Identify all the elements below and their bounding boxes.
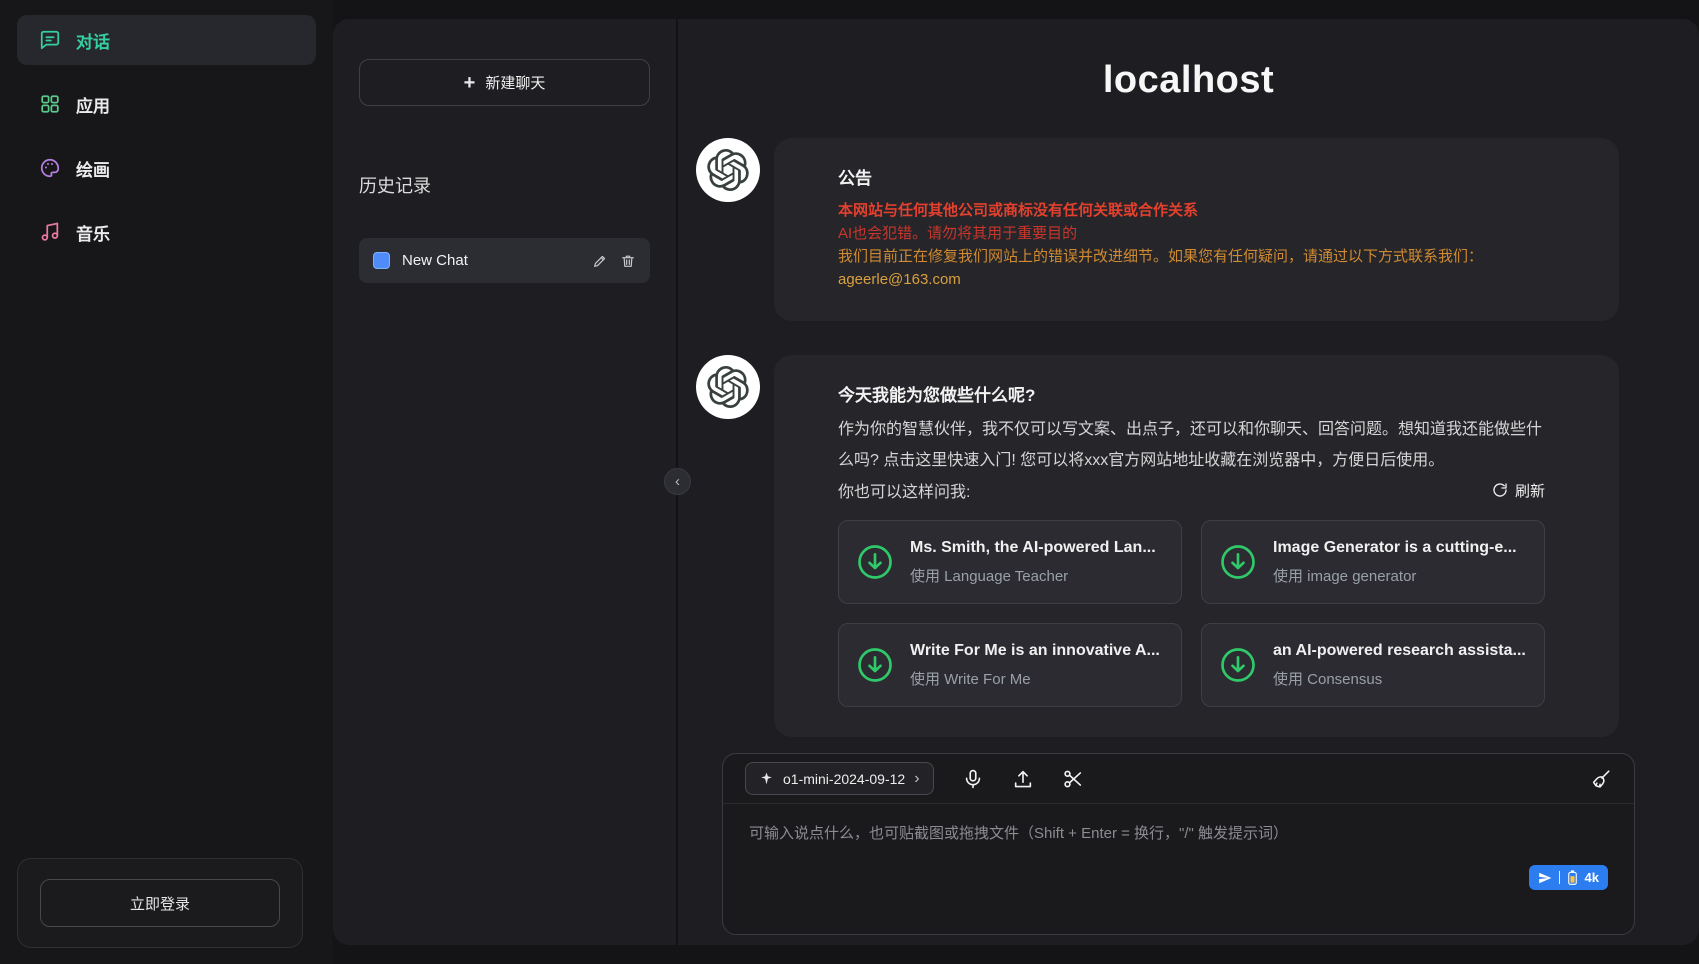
download-circle-icon (1218, 542, 1258, 582)
new-chat-button[interactable]: + 新建聊天 (359, 59, 650, 106)
mic-button[interactable] (962, 768, 984, 790)
announcement-line3: 我们目前正在修复我们网站上的错误并改进细节。如果您有任何疑问，请通过以下方式联系… (838, 245, 1545, 268)
openai-logo-icon (707, 366, 749, 408)
upload-icon (1012, 768, 1034, 790)
suggestion-subtitle: 使用 image generator (1273, 565, 1517, 586)
welcome-body: 作为你的智慧伙伴，我不仅可以写文案、出点子，还可以和你聊天、回答问题。想知道我还… (838, 414, 1545, 476)
main-chat-area: localhost 公告 本网站与任何其他公司或商标没有任何关联或合作关系 AI… (678, 19, 1699, 945)
sidebar: 对话 应用 绘画 音乐 立即登录 (0, 0, 333, 964)
scissors-icon (1062, 768, 1084, 790)
announcement-message: 公告 本网站与任何其他公司或商标没有任何关联或合作关系 AI也会犯错。请勿将其用… (678, 138, 1699, 321)
ask-hint: 你也可以这样问我: (838, 478, 970, 502)
badge-divider (1559, 871, 1560, 884)
sidebar-item-label: 音乐 (76, 220, 110, 245)
login-button[interactable]: 立即登录 (40, 879, 280, 927)
history-list-item[interactable]: New Chat (359, 238, 650, 283)
broom-icon (1590, 768, 1612, 790)
sidebar-item-label: 对话 (76, 28, 110, 53)
announcement-line2: AI也会犯错。请勿将其用于重要目的 (838, 222, 1545, 245)
download-circle-icon (855, 542, 895, 582)
suggestion-title: an AI-powered research assista... (1273, 642, 1526, 660)
chevron-left-icon: ‹ (675, 473, 680, 490)
send-token-badge[interactable]: 4k (1529, 865, 1608, 890)
suggestion-title: Image Generator is a cutting-e... (1273, 539, 1517, 557)
composer: o1-mini-2024-09-12 › (722, 753, 1635, 935)
sidebar-item-apps[interactable]: 应用 (17, 79, 316, 129)
assistant-avatar (696, 355, 760, 419)
chevron-right-icon: › (914, 771, 919, 787)
suggestion-card[interactable]: Write For Me is an innovative A... 使用 Wr… (838, 623, 1182, 707)
suggestion-title: Write For Me is an innovative A... (910, 642, 1160, 660)
battery-icon (1567, 870, 1578, 885)
chat-bubble-icon (39, 29, 61, 51)
plus-icon: + (464, 73, 476, 93)
suggestion-subtitle: 使用 Language Teacher (910, 565, 1156, 586)
suggestion-grid: Ms. Smith, the AI-powered Lan... 使用 Lang… (838, 520, 1545, 707)
download-circle-icon (1218, 645, 1258, 685)
music-note-icon (39, 221, 61, 243)
chat-window: + 新建聊天 历史记录 New Chat localhost 公告 (333, 19, 1699, 945)
sidebar-item-music[interactable]: 音乐 (17, 207, 316, 257)
mic-icon (962, 768, 984, 790)
suggestion-card[interactable]: Ms. Smith, the AI-powered Lan... 使用 Lang… (838, 520, 1182, 604)
refresh-button[interactable]: 刷新 (1492, 480, 1545, 501)
edit-icon[interactable] (592, 253, 608, 269)
collapse-sidebar-button[interactable]: ‹ (664, 468, 691, 495)
composer-toolbar: o1-mini-2024-09-12 › (723, 754, 1634, 804)
welcome-bubble: 今天我能为您做些什么呢? 作为你的智慧伙伴，我不仅可以写文案、出点子，还可以和你… (774, 355, 1619, 737)
model-selector[interactable]: o1-mini-2024-09-12 › (745, 762, 934, 795)
token-count: 4k (1585, 870, 1599, 885)
suggestion-title: Ms. Smith, the AI-powered Lan... (910, 539, 1156, 557)
refresh-label: 刷新 (1515, 480, 1545, 501)
send-icon (1538, 871, 1552, 885)
sidebar-item-label: 应用 (76, 92, 110, 117)
refresh-icon (1492, 482, 1508, 498)
delete-icon[interactable] (620, 253, 636, 269)
suggestion-subtitle: 使用 Write For Me (910, 668, 1160, 689)
apps-grid-icon (39, 93, 61, 115)
announcement-line1: 本网站与任何其他公司或商标没有任何关联或合作关系 (838, 199, 1545, 222)
palette-icon (39, 157, 61, 179)
openai-logo-icon (707, 149, 749, 191)
login-card: 立即登录 (17, 858, 303, 948)
suggestion-subtitle: 使用 Consensus (1273, 668, 1526, 689)
announcement-bubble: 公告 本网站与任何其他公司或商标没有任何关联或合作关系 AI也会犯错。请勿将其用… (774, 138, 1619, 321)
message-input[interactable] (723, 804, 1634, 884)
suggestion-card[interactable]: Image Generator is a cutting-e... 使用 ima… (1201, 520, 1545, 604)
sidebar-item-drawing[interactable]: 绘画 (17, 143, 316, 193)
history-title: 历史记录 (359, 172, 650, 198)
chat-item-title: New Chat (402, 252, 580, 269)
page-title: localhost (678, 59, 1699, 102)
clear-button[interactable] (1590, 768, 1612, 790)
welcome-message: 今天我能为您做些什么呢? 作为你的智慧伙伴，我不仅可以写文案、出点子，还可以和你… (678, 355, 1699, 737)
contact-email-link[interactable]: ageerle@163.com (838, 268, 1545, 291)
sidebar-item-chat[interactable]: 对话 (17, 15, 316, 65)
upload-button[interactable] (1012, 768, 1034, 790)
assistant-avatar (696, 138, 760, 202)
suggestion-card[interactable]: an AI-powered research assista... 使用 Con… (1201, 623, 1545, 707)
model-name: o1-mini-2024-09-12 (783, 771, 905, 787)
announcement-title: 公告 (838, 164, 1545, 189)
download-circle-icon (855, 645, 895, 685)
new-chat-label: 新建聊天 (485, 72, 545, 93)
scissors-button[interactable] (1062, 768, 1084, 790)
chat-item-icon (373, 252, 390, 269)
model-sparkle-icon (759, 771, 774, 786)
chat-list-panel: + 新建聊天 历史记录 New Chat (333, 19, 678, 945)
sidebar-item-label: 绘画 (76, 156, 110, 181)
welcome-title: 今天我能为您做些什么呢? (838, 381, 1545, 406)
